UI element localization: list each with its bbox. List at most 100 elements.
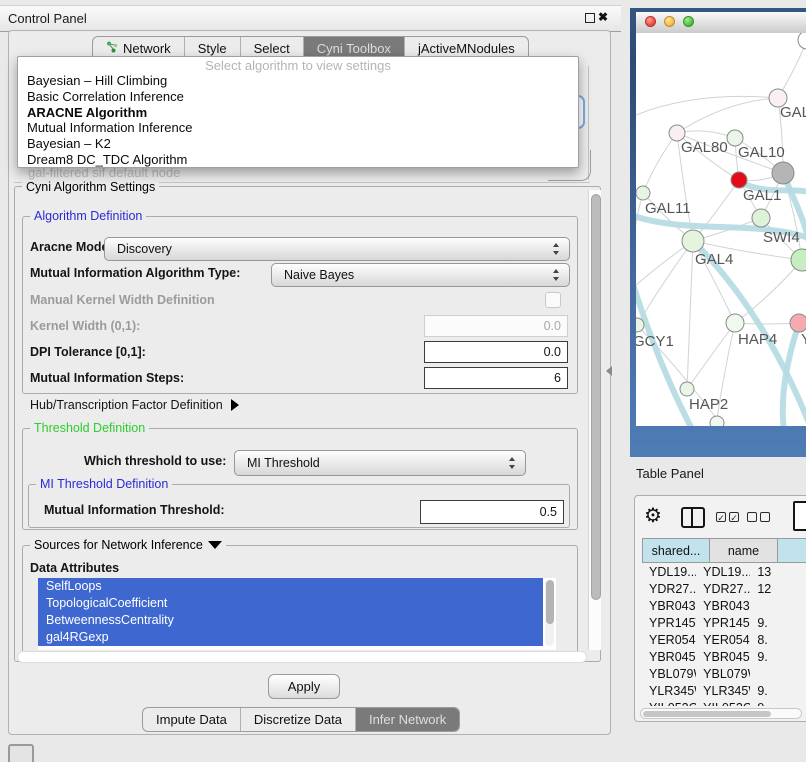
apply-button[interactable]: Apply <box>268 674 340 699</box>
network-edge[interactable] <box>778 40 806 98</box>
network-node[interactable] <box>710 416 724 426</box>
column-header-shared[interactable]: shared... <box>642 538 710 563</box>
splitter-collapse-handle[interactable] <box>606 366 612 376</box>
manual-kernel-checkbox[interactable] <box>545 292 561 308</box>
network-canvas[interactable]: GAL7GAL80GAL10GAL1GAL11SWI4GAL4GCY1HAP4Y… <box>636 33 806 426</box>
aracne-mode-label: Aracne Mode: <box>30 240 113 254</box>
bottom-tab-discretize-data[interactable]: Discretize Data <box>240 708 355 731</box>
network-node-hap2[interactable] <box>680 382 694 396</box>
network-node-y[interactable] <box>790 314 806 332</box>
network-node[interactable] <box>798 33 806 49</box>
algorithm-dropdown-items: Bayesian – Hill ClimbingBasic Correlatio… <box>18 73 578 168</box>
network-node[interactable] <box>772 162 794 184</box>
column-header-A[interactable]: A <box>778 538 806 563</box>
network-edge[interactable] <box>636 275 692 426</box>
network-edge[interactable] <box>687 241 693 389</box>
attribute-list-item[interactable]: gal4RGexp <box>38 629 543 646</box>
table-row[interactable]: YBR045CYBR045C9. <box>642 648 806 665</box>
table-horizontal-scrollbar[interactable] <box>640 708 802 719</box>
network-node-gal11[interactable] <box>636 186 650 200</box>
algorithm-option[interactable]: Dream8 DC_TDC Algorithm <box>18 152 578 168</box>
algorithm-option[interactable]: Bayesian – K2 <box>18 136 578 152</box>
cyni-bottom-tabbar: Impute Data Discretize Data Infer Network <box>142 707 460 732</box>
attribute-list-item[interactable]: SelfLoops <box>38 578 543 595</box>
table-cell: YBR043C <box>642 599 696 613</box>
network-node-hap4[interactable] <box>726 314 744 332</box>
table-row[interactable]: YPR145WYPR145W9. <box>642 614 806 631</box>
network-node-gal1[interactable] <box>752 209 770 227</box>
network-edge[interactable] <box>735 323 799 324</box>
settings-vertical-scrollbar[interactable] <box>588 190 601 650</box>
minimize-traffic-light[interactable] <box>664 16 675 27</box>
algorithm-definition-title: Algorithm Definition <box>30 209 146 223</box>
algorithm-option[interactable]: ARACNE Algorithm <box>18 105 578 121</box>
table-row[interactable]: YBR043CYBR043C <box>642 597 806 614</box>
table-cell: YDL19... <box>696 565 750 579</box>
network-edge[interactable] <box>677 98 778 133</box>
table-cell: YDR27... <box>642 582 696 596</box>
column-browser-icon[interactable] <box>681 507 705 528</box>
table-row[interactable]: YLR345WYLR345W9. <box>642 682 806 699</box>
settings-horizontal-scrollbar[interactable] <box>17 651 587 663</box>
table-row[interactable]: YBL079WYBL079W <box>642 665 806 682</box>
checked-box-icon: ✓ <box>729 512 739 522</box>
tab-label: Discretize Data <box>254 709 342 731</box>
network-edge[interactable] <box>783 323 799 426</box>
sources-title[interactable]: Sources for Network Inference <box>30 538 226 552</box>
attributes-scrollbar[interactable] <box>545 580 554 646</box>
bottom-tab-impute-data[interactable]: Impute Data <box>143 708 240 731</box>
network-node[interactable] <box>731 172 747 188</box>
zoom-traffic-light[interactable] <box>683 16 694 27</box>
network-node-gal4[interactable] <box>682 230 704 252</box>
bottom-tab-infer-network[interactable]: Infer Network <box>355 708 459 731</box>
algorithm-option[interactable]: Bayesian – Hill Climbing <box>18 73 578 89</box>
float-window-icon[interactable] <box>585 13 595 23</box>
table-cell: YIL052C <box>696 701 750 707</box>
network-node-swi4[interactable] <box>791 249 806 271</box>
network-edge[interactable] <box>783 173 806 259</box>
table-cell: YDL19... <box>642 565 696 579</box>
unchecked-box-icon <box>760 512 770 522</box>
which-threshold-combo[interactable]: MI Threshold <box>234 450 526 476</box>
table-cell: 9. <box>750 616 806 630</box>
sources-title-text: Sources for Network Inference <box>34 538 203 552</box>
tab-label: Infer Network <box>369 709 446 731</box>
new-table-icon[interactable] <box>793 501 806 531</box>
network-window-titlebar[interactable] <box>636 12 806 34</box>
column-header-name[interactable]: name <box>710 538 778 563</box>
table-row[interactable]: YER054CYER054C8. <box>642 631 806 648</box>
network-edge[interactable] <box>643 133 677 193</box>
hub-definition-toggle[interactable]: Hub/Transcription Factor Definition <box>30 398 239 412</box>
attribute-list-item[interactable]: TopologicalCoefficient <box>38 595 543 612</box>
network-node-label: GAL10 <box>738 144 785 161</box>
close-icon[interactable]: ✖ <box>598 10 608 24</box>
dpi-tolerance-field[interactable]: 0.0 <box>424 341 568 363</box>
mi-steps-field[interactable]: 6 <box>424 367 568 389</box>
aracne-mode-combo[interactable]: Discovery <box>104 237 570 261</box>
network-edge[interactable] <box>636 96 778 115</box>
combo-stepper-icon <box>553 269 560 281</box>
mi-threshold-field[interactable]: 0.5 <box>420 500 564 524</box>
attribute-list-item[interactable]: BetweennessCentrality <box>38 612 543 629</box>
network-node-label: Y <box>801 331 806 348</box>
kernel-width-field[interactable]: 0.0 <box>424 315 568 337</box>
select-all-columns-icon[interactable]: ✓ ✓ <box>716 512 739 522</box>
table-row[interactable]: YIL052CYIL052C9. <box>642 699 806 706</box>
minimized-panel-icon[interactable] <box>8 744 34 762</box>
data-attributes-list[interactable]: SelfLoopsTopologicalCoefficientBetweenne… <box>38 578 556 650</box>
algorithm-option[interactable]: Basic Correlation Inference <box>18 89 578 105</box>
table-panel-title: Table Panel <box>636 466 704 481</box>
gear-icon[interactable]: ⚙ <box>644 503 662 528</box>
table-cell: YBL079W <box>696 667 750 681</box>
table-cell: YPR145W <box>642 616 696 630</box>
deselect-all-columns-icon[interactable] <box>747 512 770 522</box>
table-horizontal-scrollbar-thumb[interactable] <box>643 711 771 717</box>
algorithm-option[interactable]: Mutual Information Inference <box>18 120 578 136</box>
settings-vertical-scrollbar-thumb[interactable] <box>591 194 601 600</box>
control-panel-title: Control Panel <box>8 11 87 26</box>
close-traffic-light[interactable] <box>645 16 656 27</box>
table-row[interactable]: YDR27...YDR27...12 <box>642 580 806 597</box>
mi-type-combo[interactable]: Naive Bayes <box>271 263 570 287</box>
table-row[interactable]: YDL19...YDL19...13 <box>642 563 806 580</box>
network-edge[interactable] <box>735 260 802 323</box>
